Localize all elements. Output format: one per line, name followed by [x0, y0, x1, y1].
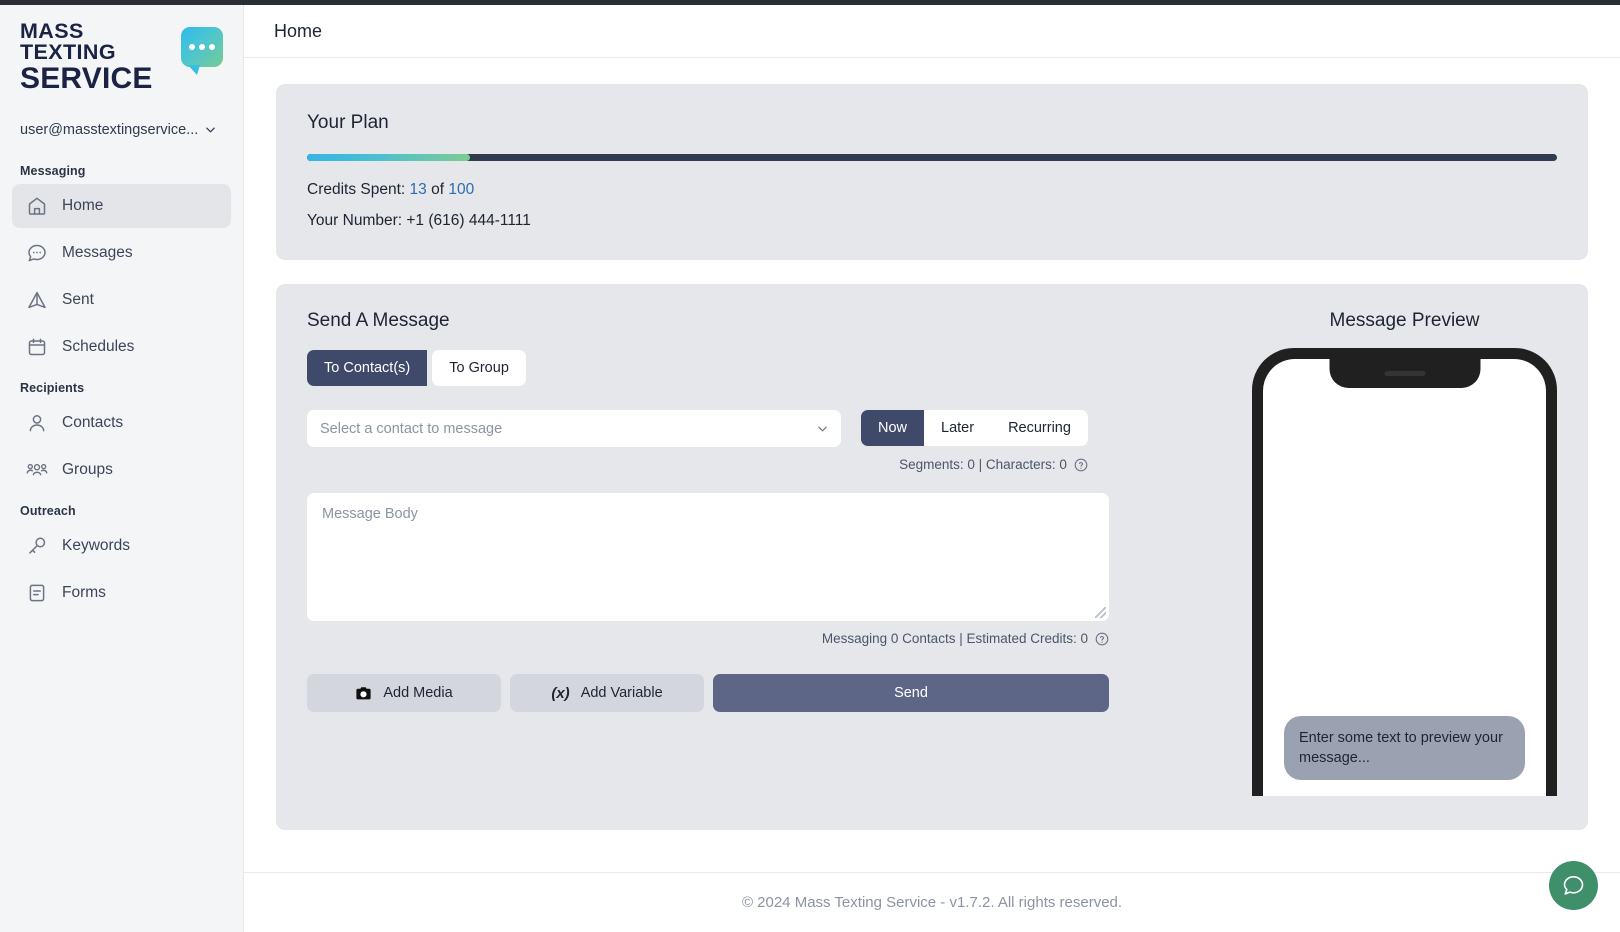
sidebar-item-label: Contacts — [62, 413, 124, 431]
contact-select-placeholder: Select a contact to message — [320, 420, 503, 437]
phone-mockup: Enter some text to preview your message.… — [1252, 348, 1557, 796]
send-button[interactable]: Send — [713, 674, 1109, 712]
camera-icon — [355, 685, 372, 702]
sidebar-item-label: Sent — [62, 290, 94, 308]
sidebar-section-recipients: Recipients — [20, 380, 85, 395]
add-media-button[interactable]: Add Media — [307, 674, 501, 712]
speech-bubble-icon — [180, 27, 223, 75]
tab-now[interactable]: Now — [861, 410, 925, 446]
sidebar-nav: Messaging Home Messages Sent Schedules R… — [0, 164, 243, 615]
help-circle-icon[interactable] — [1074, 458, 1088, 472]
sidebar-item-label: Keywords — [62, 536, 131, 554]
phone-notch — [1329, 359, 1480, 388]
credits-progress-fill — [307, 154, 470, 161]
sidebar-item-home[interactable]: Home — [12, 183, 231, 228]
credits-progress-bar — [307, 154, 1557, 161]
sidebar-section-outreach: Outreach — [20, 503, 76, 518]
chat-bubble-icon — [26, 242, 48, 264]
tab-to-group[interactable]: To Group — [432, 350, 526, 386]
page-title: Home — [274, 20, 323, 41]
sidebar-item-sent[interactable]: Sent — [12, 278, 231, 322]
sidebar-item-label: Schedules — [62, 337, 135, 355]
browser-top-strip — [0, 0, 1620, 5]
number-label: Your Number: — [307, 212, 407, 229]
contact-select[interactable]: Select a contact to message — [307, 410, 841, 447]
credits-of-text: of — [426, 181, 449, 198]
tab-recurring[interactable]: Recurring — [991, 410, 1088, 446]
timing-tabs: Now Later Recurring — [861, 410, 1088, 446]
footer-text: © 2024 Mass Texting Service - v1.7.2. Al… — [741, 894, 1123, 911]
credits-spent-line: Credits Spent: 13 of 100 — [307, 181, 1557, 199]
add-variable-button[interactable]: (x) Add Variable — [510, 674, 704, 712]
sidebar: MASS TEXTING SERVICE user@masstextingser… — [0, 0, 244, 932]
add-media-label: Add Media — [383, 685, 453, 701]
send-message-card: Send A Message To Contact(s) To Group Se… — [276, 284, 1588, 830]
app-root: MASS TEXTING SERVICE user@masstextingser… — [0, 0, 1620, 932]
document-icon — [26, 582, 48, 604]
key-icon — [26, 535, 48, 557]
sidebar-item-keywords[interactable]: Keywords — [12, 524, 231, 568]
sidebar-item-messages[interactable]: Messages — [12, 231, 231, 275]
account-switcher[interactable]: user@masstextingservice... — [0, 122, 243, 138]
number-value: +1 (616) 444-1111 — [406, 212, 531, 229]
chevron-down-icon — [817, 423, 828, 434]
people-group-icon — [26, 459, 48, 481]
sidebar-item-forms[interactable]: Forms — [12, 571, 231, 615]
message-body-placeholder: Message Body — [322, 506, 418, 522]
page-content: Your Plan Credits Spent: 13 of 100 Your … — [244, 58, 1620, 872]
recipient-type-tabs: To Contact(s) To Group — [307, 350, 1232, 386]
sidebar-item-groups[interactable]: Groups — [12, 448, 231, 492]
credits-spent-value: 13 — [409, 181, 427, 198]
logo[interactable]: MASS TEXTING SERVICE — [0, 5, 243, 94]
logo-line-1: MASS TEXTING — [20, 19, 116, 65]
textarea-resize-handle[interactable] — [1095, 607, 1106, 618]
person-icon — [26, 412, 48, 434]
logo-line-2: SERVICE — [20, 62, 153, 96]
chevron-down-icon — [205, 124, 216, 135]
credits-label: Credits Spent: — [307, 181, 410, 198]
counter-text: Segments: 0 | Characters: 0 — [899, 457, 1067, 472]
account-email: user@masstextingservice... — [20, 121, 199, 138]
message-body-input[interactable]: Message Body — [307, 493, 1109, 621]
send-form: Send A Message To Contact(s) To Group Se… — [307, 310, 1232, 796]
your-number-line: Your Number: +1 (616) 444-1111 — [307, 212, 1557, 230]
tab-later[interactable]: Later — [924, 410, 992, 446]
home-icon — [26, 195, 48, 217]
chat-bubble-icon — [1561, 873, 1586, 898]
variable-glyph-icon: (x) — [551, 684, 570, 702]
message-preview-panel: Message Preview Enter some text to previ… — [1252, 310, 1557, 796]
preview-message-bubble: Enter some text to preview your message.… — [1284, 716, 1525, 780]
sidebar-item-label: Messages — [62, 243, 133, 261]
plan-title: Your Plan — [307, 112, 389, 133]
send-message-title: Send A Message — [307, 310, 450, 331]
send-triangle-icon — [26, 289, 48, 311]
estimate-text: Messaging 0 Contacts | Estimated Credits… — [821, 631, 1088, 646]
estimate-row: Messaging 0 Contacts | Estimated Credits… — [307, 631, 1109, 646]
message-preview-title: Message Preview — [1329, 310, 1480, 331]
plan-card: Your Plan Credits Spent: 13 of 100 Your … — [276, 84, 1588, 260]
recipient-and-timing-row: Select a contact to message Now Later Re… — [307, 410, 1232, 472]
sidebar-item-contacts[interactable]: Contacts — [12, 401, 231, 445]
page-footer: © 2024 Mass Texting Service - v1.7.2. Al… — [244, 872, 1620, 932]
sidebar-section-messaging: Messaging — [20, 163, 86, 178]
help-circle-icon[interactable] — [1095, 632, 1109, 646]
chat-widget-button[interactable] — [1549, 861, 1598, 910]
action-buttons: Add Media (x) Add Variable Send — [307, 674, 1109, 712]
calendar-icon — [26, 336, 48, 358]
page-header: Home — [244, 5, 1620, 58]
tab-to-contacts[interactable]: To Contact(s) — [307, 350, 428, 386]
add-variable-label: Add Variable — [580, 685, 663, 701]
timing-column: Now Later Recurring Segments: 0 | Charac… — [861, 410, 1088, 472]
phone-speaker-bar — [1384, 371, 1425, 376]
sidebar-item-label: Forms — [62, 583, 106, 601]
sidebar-item-label: Home — [62, 196, 104, 214]
main-area: Home Your Plan Credits Spent: 13 of 100 … — [244, 0, 1620, 932]
sidebar-item-schedules[interactable]: Schedules — [12, 325, 231, 369]
credits-total-value: 100 — [448, 181, 475, 198]
phone-screen: Enter some text to preview your message.… — [1263, 359, 1546, 796]
sidebar-item-label: Groups — [62, 460, 113, 478]
segments-characters-counter: Segments: 0 | Characters: 0 — [899, 457, 1088, 472]
